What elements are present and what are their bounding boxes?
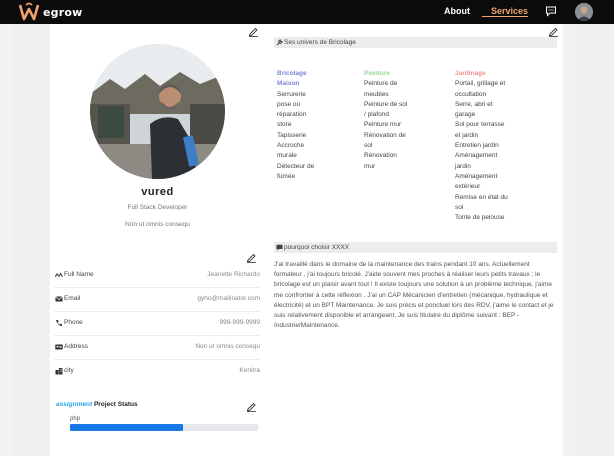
univers-section-header: Ses univers de Bricolage bbox=[274, 37, 557, 48]
why-heading: pourquoi choisir XXXX bbox=[284, 244, 350, 251]
envelope-icon bbox=[55, 296, 63, 302]
edit-project-icon[interactable] bbox=[246, 401, 257, 412]
univers-item: et jardin bbox=[455, 131, 479, 139]
univers-item: Peinture de bbox=[364, 80, 398, 88]
univers-column-title: Peinture bbox=[364, 70, 391, 77]
univers-item: Peinture de sol bbox=[364, 100, 408, 108]
univers-item: sol bbox=[364, 142, 373, 150]
univers-item: meubles bbox=[364, 90, 389, 98]
why-paragraph: J'ai travaillé dans le domaine de la mai… bbox=[274, 261, 554, 330]
univers-item: Tonte de pelouse bbox=[455, 214, 505, 222]
univers-column-title: Jardinage bbox=[455, 70, 486, 77]
info-row-full-name: Full Name Jeanette Richardo bbox=[54, 264, 260, 288]
univers-item: / plafond bbox=[364, 111, 389, 119]
info-value: Kenitra bbox=[239, 367, 260, 374]
project-accent-text: assignment bbox=[56, 401, 93, 408]
project-title: Project Status bbox=[93, 401, 138, 408]
univers-item: Serre, abri et bbox=[455, 100, 493, 108]
info-value: 999-999-9999 bbox=[219, 319, 260, 326]
univers-heading: Ses univers de Bricolage bbox=[284, 39, 356, 46]
info-label: Phone bbox=[64, 319, 83, 326]
univers-item: Aménagement bbox=[455, 172, 498, 180]
info-label: Full Name bbox=[64, 271, 94, 278]
univers-item: murale bbox=[277, 152, 297, 160]
univers-item: store bbox=[277, 121, 292, 129]
info-value: gyho@mailinator.com bbox=[197, 295, 260, 302]
univers-column-bricolage: Bricolage Maison Serrurerie pose ou répara… bbox=[277, 69, 317, 182]
info-label: city bbox=[64, 367, 74, 374]
profile-card: vured Full Stack Developer Non ut omnis … bbox=[50, 24, 265, 456]
univers-column-jardinage: Jardinage Portail, grillage et occultatio… bbox=[455, 69, 517, 223]
comment-icon bbox=[276, 244, 283, 251]
edit-details-icon[interactable] bbox=[548, 26, 559, 37]
univers-item: Détecteur de bbox=[277, 162, 315, 170]
univers-item: Sol pour terrasse bbox=[455, 121, 505, 129]
univers-item: Accroche bbox=[277, 142, 305, 150]
project-progress-bar bbox=[70, 424, 258, 431]
info-value: Jeanette Richardo bbox=[207, 271, 260, 278]
nav-active-underline bbox=[482, 16, 528, 17]
left-gutter bbox=[0, 24, 12, 456]
info-row-phone: Phone 999-999-9999 bbox=[54, 312, 260, 336]
univers-item: Tapisserie bbox=[277, 131, 307, 139]
univers-item: occultation bbox=[455, 90, 487, 98]
user-avatar[interactable] bbox=[575, 3, 593, 21]
univers-item: sol bbox=[455, 203, 464, 211]
univers-item: Serrurerie bbox=[277, 90, 306, 98]
univers-column-title: Bricolage Maison bbox=[277, 70, 307, 88]
univers-column-peinture: Peinture Peinture de meubles Peinture de s… bbox=[364, 69, 414, 172]
univers-item: Portail, grillage et bbox=[455, 80, 506, 88]
info-label: Email bbox=[64, 295, 81, 302]
logo[interactable]: egrow bbox=[18, 2, 82, 22]
details-card: Ses univers de Bricolage Bricolage Maiso… bbox=[265, 24, 563, 456]
top-navbar: egrow About Services bbox=[0, 0, 614, 24]
univers-item: Rénovation bbox=[364, 152, 397, 160]
univers-item: Rénovation de bbox=[364, 131, 406, 139]
profile-subtitle: Non ut omnis consequ bbox=[125, 221, 190, 228]
info-value: Non ut omnis consequ bbox=[195, 343, 260, 350]
edit-profile-icon[interactable] bbox=[248, 26, 259, 37]
profile-photo-image-icon bbox=[90, 44, 225, 179]
profile-photo bbox=[90, 44, 225, 179]
edit-info-icon[interactable] bbox=[246, 252, 257, 263]
univers-item: Entretien jardin bbox=[455, 142, 499, 150]
univers-item: garage bbox=[455, 111, 476, 119]
profile-job-title: Full Stack Developer bbox=[127, 204, 188, 211]
univers-item: Remise en état du bbox=[455, 193, 508, 201]
univers-item: Aménagement bbox=[455, 152, 498, 160]
univers-item: réparation bbox=[277, 111, 307, 119]
nav-about-link[interactable]: About bbox=[444, 6, 470, 16]
info-row-city: city Kenitra bbox=[54, 360, 260, 384]
project-item-label: php bbox=[70, 416, 81, 422]
logo-text: egrow bbox=[43, 5, 83, 19]
project-status-heading: assignment Project Status bbox=[56, 401, 138, 408]
univers-item: fumée bbox=[277, 172, 296, 180]
univers-item: pose ou bbox=[277, 100, 301, 108]
signature-icon bbox=[55, 272, 63, 278]
univers-item: jardin bbox=[455, 162, 471, 170]
city-icon bbox=[55, 368, 63, 375]
info-row-email: Email gyho@mailinator.com bbox=[54, 288, 260, 312]
address-card-icon bbox=[55, 344, 63, 350]
profile-name: vured bbox=[141, 186, 174, 198]
chat-icon[interactable] bbox=[545, 5, 557, 17]
univers-item: Peinture mur bbox=[364, 121, 402, 129]
project-progress-fill bbox=[70, 424, 183, 431]
user-avatar-photo-icon bbox=[575, 3, 593, 21]
info-label: Address bbox=[64, 343, 88, 350]
info-row-address: Address Non ut omnis consequ bbox=[54, 336, 260, 360]
nav-services-link[interactable]: Services bbox=[491, 6, 528, 16]
wrench-icon bbox=[276, 39, 283, 46]
phone-icon bbox=[56, 320, 62, 327]
right-gutter bbox=[563, 24, 575, 456]
univers-item: extérieur bbox=[455, 183, 481, 191]
logo-mark-icon bbox=[18, 2, 40, 21]
univers-item: mur bbox=[364, 162, 376, 170]
why-section-header: pourquoi choisir XXXX bbox=[274, 242, 557, 253]
